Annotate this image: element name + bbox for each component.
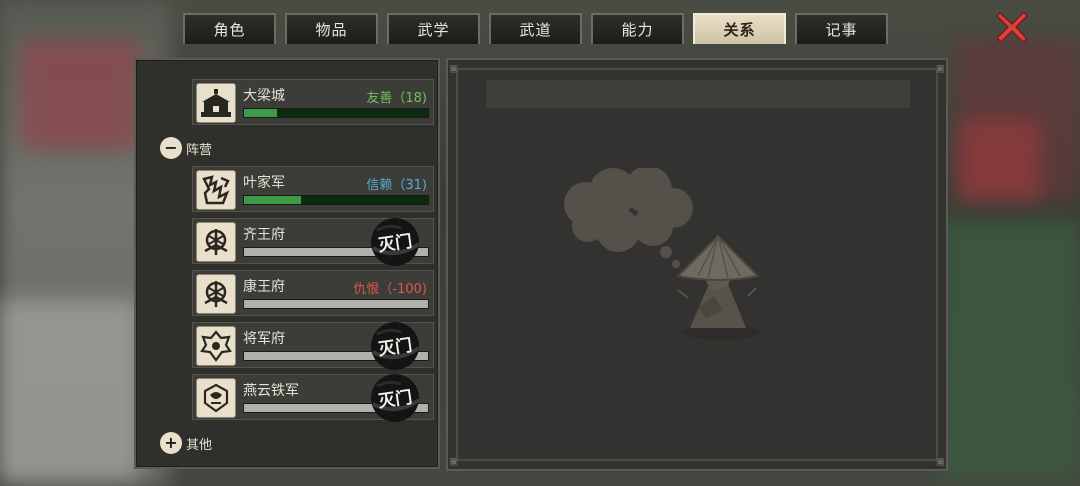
relation-name: 齐王府 <box>243 227 285 243</box>
relation-bar <box>243 195 429 205</box>
relation-name: 康王府 <box>243 279 285 295</box>
yanyun-army-emblem-icon <box>196 378 236 418</box>
relations-list-panel[interactable]: 大梁城 友善（18) − 阵营 叶家军 信赖（31) 齐王府 灭门 康王府 仇恨… <box>134 58 440 469</box>
relation-entry-ye-army[interactable]: 叶家军 信赖（31) <box>192 166 434 212</box>
relation-status: 仇恨（-100) <box>353 282 427 297</box>
ye-army-emblem-icon <box>196 170 236 210</box>
relation-entry-daliang-city[interactable]: 大梁城 友善（18) <box>192 79 434 125</box>
relation-entry-qi-mansion[interactable]: 齐王府 灭门 <box>192 218 434 266</box>
general-mansion-emblem-icon <box>196 326 236 366</box>
close-x-icon[interactable] <box>994 9 1030 45</box>
relation-name: 将军府 <box>243 331 285 347</box>
relation-status: 友善（18) <box>366 91 427 106</box>
relation-bar-fill <box>244 196 302 204</box>
city-gate-icon <box>196 83 236 123</box>
section-camp-header[interactable]: − 阵营 <box>160 137 212 159</box>
kang-mansion-emblem-icon <box>196 274 236 314</box>
detail-info-bar <box>486 80 910 108</box>
tab-abilities[interactable]: 能力 <box>591 13 684 44</box>
fret-corner-icon: ▣ <box>450 454 458 468</box>
tab-martial-arts[interactable]: 武学 <box>387 13 480 44</box>
tab-character[interactable]: 角色 <box>183 13 276 44</box>
relation-bar <box>243 108 429 118</box>
fret-corner-icon: ▣ <box>936 61 944 75</box>
relation-name: 大梁城 <box>243 88 285 104</box>
minus-icon[interactable]: − <box>160 137 182 159</box>
tab-martial-path[interactable]: 武道 <box>489 13 582 44</box>
fret-corner-icon: ▣ <box>936 454 944 468</box>
tab-bar: 角色 物品 武学 武道 能力 关系 记事 <box>183 13 888 44</box>
qi-mansion-emblem-icon <box>196 222 236 262</box>
relation-bar-fill <box>244 109 278 117</box>
destroyed-stamp-icon: 灭门 <box>371 322 421 370</box>
section-other-header[interactable]: + 其他 <box>160 432 212 454</box>
relation-name: 燕云铁军 <box>243 383 299 399</box>
plus-icon[interactable]: + <box>160 432 182 454</box>
tab-items[interactable]: 物品 <box>285 13 378 44</box>
relation-detail-panel: ▣ ▣ ▣ ▣ <box>446 58 948 471</box>
relation-bar <box>243 299 429 309</box>
relation-entry-yanyun-army[interactable]: 燕云铁军 灭门 <box>192 374 434 422</box>
destroyed-stamp-icon: 灭门 <box>371 218 421 266</box>
tab-relations[interactable]: 关系 <box>693 13 786 44</box>
section-other-label: 其他 <box>186 437 213 453</box>
thought-bubble-icon <box>564 168 693 268</box>
relation-name: 叶家军 <box>243 175 285 191</box>
destroyed-stamp-icon: 灭门 <box>371 374 421 422</box>
relation-entry-kang-mansion[interactable]: 康王府 仇恨（-100) <box>192 270 434 316</box>
section-camp-label: 阵营 <box>186 142 213 158</box>
fret-corner-icon: ▣ <box>450 61 458 75</box>
straw-hat-wanderer-icon <box>564 168 761 340</box>
relation-status: 信赖（31) <box>366 178 427 193</box>
relation-entry-general-mansion[interactable]: 将军府 灭门 <box>192 322 434 370</box>
tab-journal[interactable]: 记事 <box>795 13 888 44</box>
